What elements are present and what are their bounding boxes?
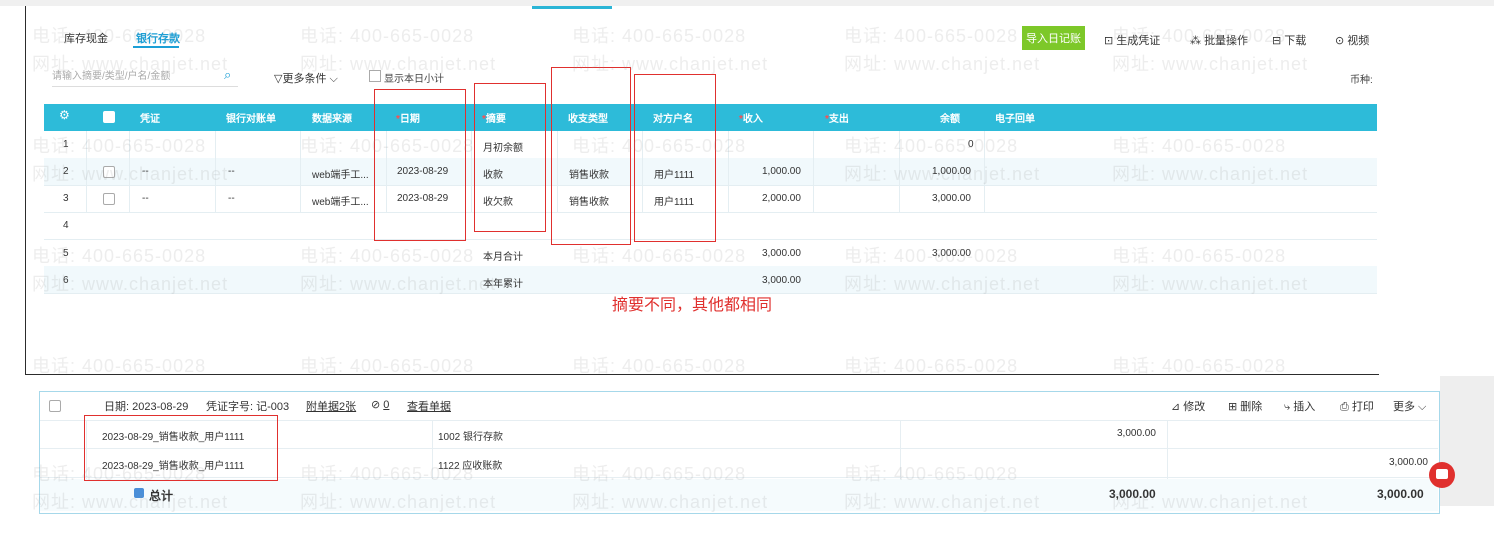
delete-button[interactable]: ⊞ 删除 — [1228, 398, 1262, 414]
watermark-site: 网址: www.chanjet.net — [844, 164, 1041, 184]
statement-cell: -- — [228, 193, 235, 204]
import-journal-button[interactable]: 导入日记账 — [1022, 26, 1085, 50]
paperclip-icon: ⊘ — [371, 399, 384, 411]
col-voucher[interactable]: 凭证 — [140, 110, 160, 125]
balance-cell: 3,000.00 — [932, 193, 971, 204]
source-cell: web端手工... — [312, 170, 369, 181]
watermark-phone: 电话: 400-665-0028 — [572, 26, 747, 46]
highlight-summary-column — [474, 83, 546, 232]
watermark-phone: 电话: 400-665-0028 — [572, 356, 747, 376]
annotation-note: 摘要不同，其他都相同 — [612, 297, 773, 314]
statement-cell: -- — [228, 166, 235, 177]
chevron-down-icon: ⌵ — [1415, 401, 1427, 413]
gear-icon[interactable]: ⚙ — [59, 108, 70, 122]
watermark-phone: 电话: 400-665-0028 — [300, 464, 475, 484]
watermark-phone: 电话: 400-665-0028 — [844, 136, 1019, 156]
col-data-source[interactable]: 数据来源 — [312, 110, 352, 125]
watermark-phone: 电话: 400-665-0028 — [300, 356, 475, 376]
entry-account: 1002 银行存款 — [438, 432, 504, 443]
col-bank-statement[interactable]: 银行对账单 — [226, 110, 276, 125]
watermark-site: 网址: www.chanjet.net — [32, 54, 229, 74]
attachment-link-count[interactable]: ⊘ 0 — [371, 398, 389, 411]
watermark-phone: 电话: 400-665-0028 — [32, 356, 207, 376]
watermark-phone: 电话: 400-665-0028 — [32, 464, 207, 484]
watermark-site: 网址: www.chanjet.net — [844, 492, 1041, 512]
watermark-site: 网址: www.chanjet.net — [1112, 54, 1309, 74]
printer-icon: ⎙ — [1340, 401, 1352, 413]
watermark-site: 网址: www.chanjet.net — [572, 54, 769, 74]
watermark-phone: 电话: 400-665-0028 — [1112, 136, 1287, 156]
income-cell: 3,000.00 — [762, 248, 801, 259]
right-scroll-area — [1440, 376, 1494, 506]
row-checkbox[interactable] — [103, 193, 115, 205]
watermark-site: 网址: www.chanjet.net — [32, 164, 229, 184]
voucher-cell: -- — [142, 193, 149, 204]
row-number: 3 — [63, 193, 69, 204]
watermark-phone: 电话: 400-665-0028 — [844, 246, 1019, 266]
print-button[interactable]: ⎙ 打印 — [1340, 398, 1374, 414]
watermark-phone: 电话: 400-665-0028 — [572, 246, 747, 266]
watermark-phone: 电话: 400-665-0028 — [1112, 26, 1287, 46]
video-button[interactable]: ⊙ 视频 — [1335, 32, 1369, 48]
top-accent-bar — [532, 6, 612, 9]
watermark-phone: 电话: 400-665-0028 — [32, 246, 207, 266]
total-credit: 3,000.00 — [1377, 487, 1424, 501]
watermark-phone: 电话: 400-665-0028 — [300, 136, 475, 156]
right-margin — [1378, 6, 1494, 374]
entry-debit: 3,000.00 — [1117, 428, 1156, 439]
entry-credit: 3,000.00 — [1389, 457, 1428, 468]
watermark-site: 网址: www.chanjet.net — [300, 492, 497, 512]
watermark-phone: 电话: 400-665-0028 — [300, 26, 475, 46]
watermark-phone: 电话: 400-665-0028 — [572, 136, 747, 156]
more-button[interactable]: 更多 ⌵ — [1393, 398, 1426, 414]
watermark-phone: 电话: 400-665-0028 — [844, 26, 1019, 46]
watermark-phone: 电话: 400-665-0028 — [300, 246, 475, 266]
insert-button[interactable]: ⤷ 插入 — [1284, 398, 1315, 414]
watermark-site: 网址: www.chanjet.net — [844, 274, 1041, 294]
chat-icon — [1436, 469, 1448, 479]
watermark-site: 网址: www.chanjet.net — [32, 492, 229, 512]
col-e-receipt[interactable]: 电子回单 — [995, 110, 1035, 125]
col-expense[interactable]: *支出 — [825, 110, 849, 125]
watermark-site: 网址: www.chanjet.net — [1112, 274, 1309, 294]
income-cell[interactable]: 2,000.00 — [762, 193, 801, 204]
watermark-site: 网址: www.chanjet.net — [572, 492, 769, 512]
col-income[interactable]: *收入 — [739, 110, 763, 125]
col-balance[interactable]: 余额 — [940, 110, 960, 125]
watermark-site: 网址: www.chanjet.net — [32, 274, 229, 294]
trash-icon: ⊞ — [1228, 401, 1241, 413]
attachments-link[interactable]: 附单据2张 — [306, 398, 356, 414]
select-all-checkbox[interactable] — [103, 111, 115, 123]
watermark-phone: 电话: 400-665-0028 — [1112, 246, 1287, 266]
highlight-counterparty-column — [634, 74, 716, 242]
watermark-phone: 电话: 400-665-0028 — [32, 136, 207, 156]
watermark-phone: 电话: 400-665-0028 — [1112, 356, 1287, 376]
view-documents-link[interactable]: 查看单据 — [407, 398, 451, 414]
row-number: 4 — [63, 220, 69, 231]
edit-button[interactable]: ⊿ 修改 — [1171, 398, 1205, 414]
watermark-phone: 电话: 400-665-0028 — [844, 356, 1019, 376]
voucher-number: 凭证字号: 记-003 — [206, 401, 290, 413]
watermark-site: 网址: www.chanjet.net — [1112, 492, 1309, 512]
voucher-date: 日期: 2023-08-29 — [104, 401, 189, 413]
watermark-site: 网址: www.chanjet.net — [300, 274, 497, 294]
summary-cell: 本月合计 — [483, 252, 523, 263]
income-cell[interactable]: 1,000.00 — [762, 166, 801, 177]
watermark-phone: 电话: 400-665-0028 — [572, 464, 747, 484]
source-cell: web端手工... — [312, 197, 369, 208]
play-icon: ⊙ — [1335, 35, 1345, 47]
watermark-site: 网址: www.chanjet.net — [300, 54, 497, 74]
voucher-checkbox[interactable] — [49, 400, 61, 412]
insert-icon: ⤷ — [1284, 401, 1294, 413]
watermark-site: 网址: www.chanjet.net — [1112, 164, 1309, 184]
highlight-date-column — [374, 89, 466, 241]
column-divider — [813, 131, 814, 212]
income-cell: 3,000.00 — [762, 275, 801, 286]
currency-label: 币种: — [1350, 75, 1373, 86]
watermark-phone: 电话: 400-665-0028 — [32, 26, 207, 46]
edit-icon: ⊿ — [1171, 401, 1184, 413]
watermark-phone: 电话: 400-665-0028 — [844, 464, 1019, 484]
watermark-site: 网址: www.chanjet.net — [844, 54, 1041, 74]
